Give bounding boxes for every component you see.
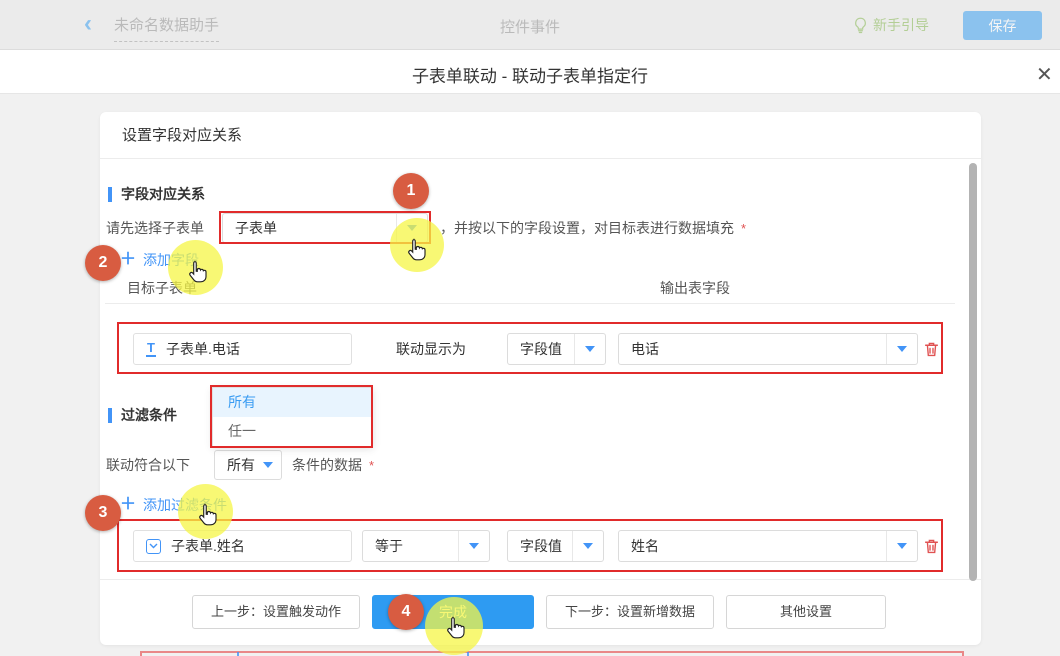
other-settings-button[interactable]: 其他设置 (726, 595, 886, 629)
card-header: 设置字段对应关系 (122, 124, 242, 145)
settings-card (100, 112, 981, 645)
dialog-title: 子表单联动 - 联动子表单指定行 (0, 62, 1060, 87)
subform-select-value: 子表单 (223, 214, 396, 242)
dropdown-arrow-icon[interactable] (458, 531, 489, 561)
prev-step-button[interactable]: 上一步：设置触发动作 (192, 595, 360, 629)
delete-icon[interactable] (923, 538, 940, 555)
output-field-value: 电话 (619, 334, 886, 364)
screen: ‹ 未命名数据助手 控件事件 新手引导 保存 子表单联动 - 联动子表单指定行 … (0, 0, 1060, 656)
scrollbar-thumb[interactable] (969, 163, 977, 581)
match-suffix: 条件的数据* (292, 450, 374, 481)
finish-button[interactable]: 完成 (372, 595, 534, 629)
cutoff-tick (467, 652, 469, 656)
section-bar (108, 187, 112, 202)
dropdown-arrow-icon[interactable] (572, 531, 603, 561)
column-header-target: 目标子表单 (127, 278, 197, 298)
add-filter-link[interactable]: ＋ 添加过滤条件 (120, 495, 227, 515)
value-type-value: 字段值 (508, 334, 574, 364)
add-filter-label: 添加过滤条件 (143, 495, 227, 515)
add-field-label: 添加字段 (143, 250, 199, 270)
match-select[interactable]: 所有 (214, 450, 282, 480)
plus-icon: ＋ (120, 253, 136, 267)
operator-value: 等于 (363, 531, 458, 561)
filter-field-input[interactable]: 子表单.姓名 (133, 530, 352, 562)
dropdown-arrow-icon[interactable] (574, 334, 605, 364)
dialog-header: 子表单联动 - 联动子表单指定行 ✕ (0, 50, 1060, 94)
column-header-output: 输出表字段 (660, 278, 730, 298)
lightbulb-icon (853, 17, 868, 34)
save-button[interactable]: 保存 (963, 11, 1042, 40)
plus-icon: ＋ (120, 498, 136, 512)
section-title-filter: 过滤条件 (108, 405, 177, 425)
required-mark: * (369, 458, 374, 473)
dropdown-arrow-icon[interactable] (886, 531, 917, 561)
dropdown-option-all[interactable]: 所有 (213, 388, 372, 417)
section-title-field-mapping: 字段对应关系 (108, 184, 205, 204)
filter-field-value: 子表单.姓名 (171, 536, 245, 556)
guide-label: 新手引导 (873, 15, 929, 35)
value-type-select[interactable]: 字段值 (507, 333, 606, 365)
divider (100, 579, 981, 580)
dropdown-arrow-icon[interactable] (886, 334, 917, 364)
next-step-button[interactable]: 下一步：设置新增数据 (546, 595, 714, 629)
divider (105, 303, 955, 304)
section-title-text: 字段对应关系 (121, 184, 205, 204)
target-field-input[interactable]: T 子表单.电话 (133, 333, 352, 365)
cutoff-tick (237, 652, 239, 656)
filter-value-type-value: 字段值 (508, 531, 572, 561)
subform-select-label: 请先选择子表单 (106, 213, 204, 243)
operator-select[interactable]: 等于 (362, 530, 490, 562)
divider (100, 158, 981, 159)
topbar: ‹ 未命名数据助手 控件事件 新手引导 保存 (0, 0, 1060, 50)
topbar-content: ‹ 未命名数据助手 控件事件 新手引导 保存 (0, 0, 1060, 49)
dropdown-arrow-icon[interactable] (396, 214, 427, 242)
dropdown-option-any[interactable]: 任一 (213, 417, 372, 446)
guide-link[interactable]: 新手引导 (853, 15, 929, 35)
target-field-value: 子表单.电话 (166, 339, 240, 359)
section-title-text: 过滤条件 (121, 405, 177, 425)
section-bar (108, 408, 112, 423)
display-as-label: 联动显示为 (396, 333, 466, 365)
after-select-text: ，并按以下的字段设置，对目标表进行数据填充* (440, 213, 746, 244)
add-field-link[interactable]: ＋ 添加字段 (120, 250, 199, 270)
text-field-icon: T (146, 341, 156, 357)
close-icon[interactable]: ✕ (1034, 60, 1055, 89)
required-mark: * (741, 221, 746, 236)
match-label: 联动符合以下 (106, 450, 190, 480)
filter-value-type-select[interactable]: 字段值 (507, 530, 604, 562)
select-field-icon (146, 539, 161, 554)
output-field-select[interactable]: 电话 (618, 333, 918, 365)
subform-select[interactable]: 子表单 (222, 213, 428, 243)
dropdown-arrow-icon[interactable] (255, 451, 281, 479)
match-dropdown-panel: 所有 任一 (212, 387, 373, 447)
match-select-value: 所有 (215, 451, 255, 479)
delete-icon[interactable] (923, 341, 940, 358)
filter-value-select[interactable]: 姓名 (618, 530, 918, 562)
filter-value-field: 姓名 (619, 531, 886, 561)
